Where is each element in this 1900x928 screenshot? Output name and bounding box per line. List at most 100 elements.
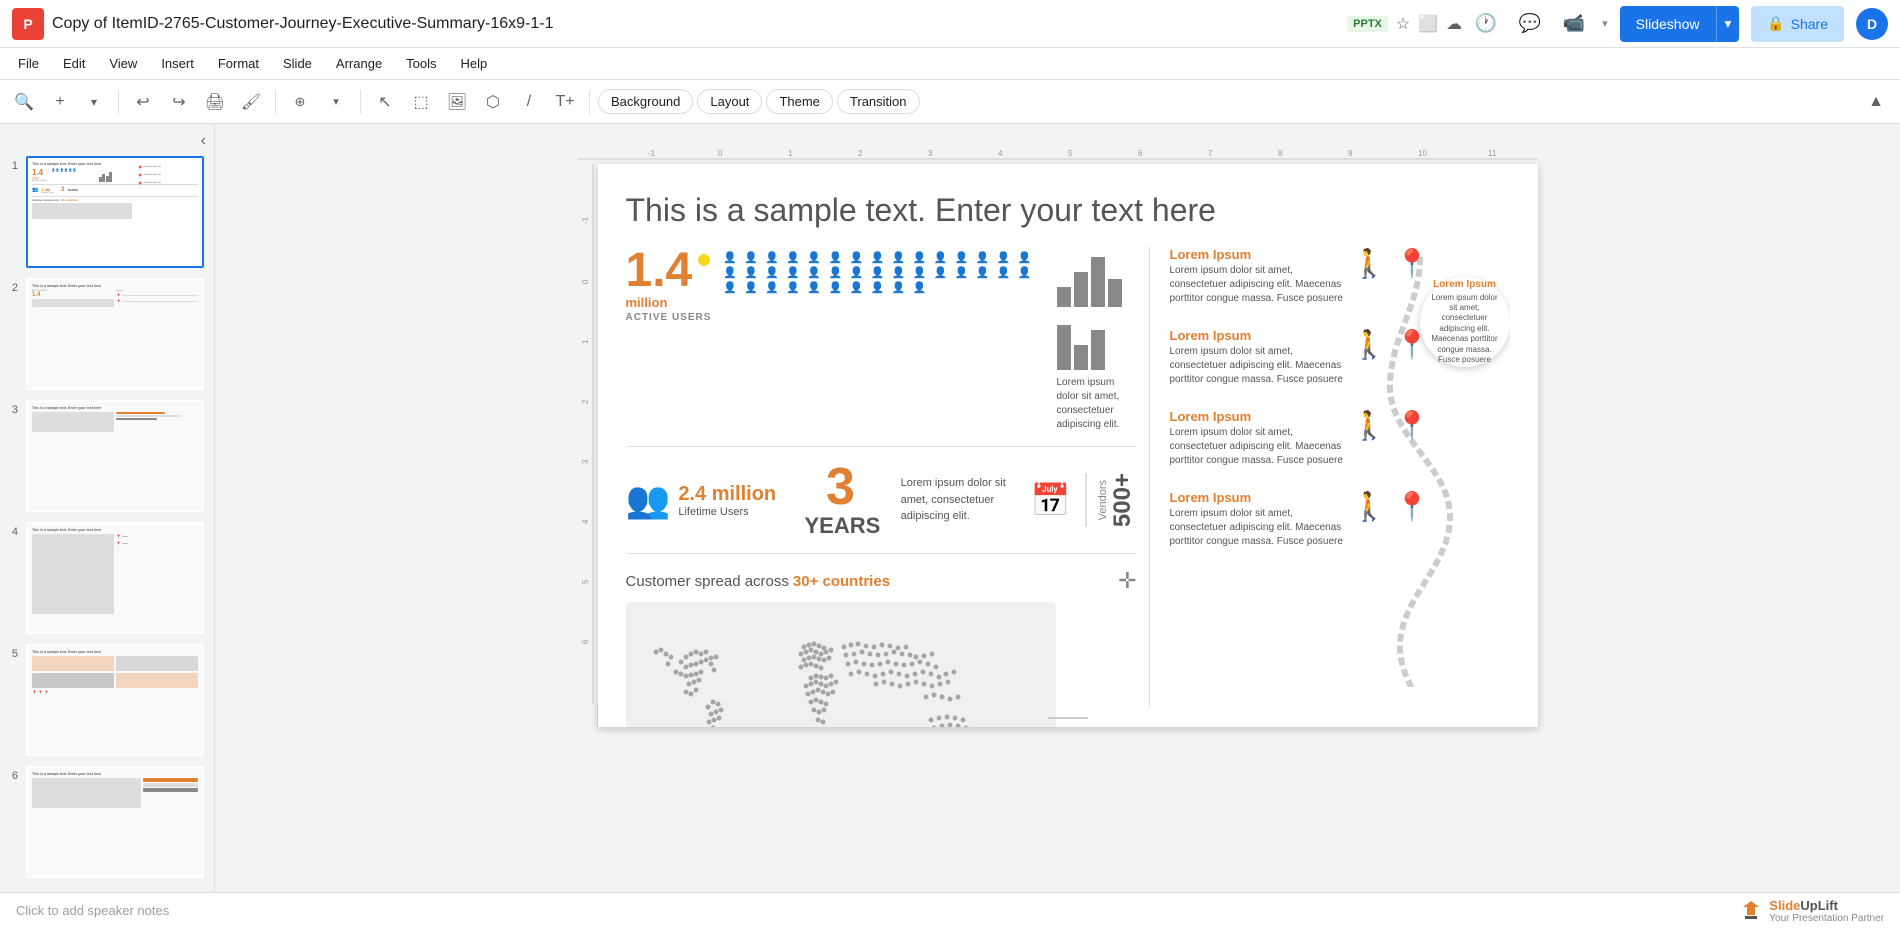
- slide-thumbnail-6[interactable]: 6 This is a sample text. Enter your text…: [8, 764, 206, 880]
- slideuplift-logo-icon: [1739, 899, 1763, 923]
- journey-desc-2: Lorem ipsum dolor sit amet, consectetuer…: [1170, 345, 1344, 387]
- svg-text:2: 2: [581, 399, 590, 404]
- bottom-bar: Click to add speaker notes SlideUpLift Y…: [0, 892, 1900, 928]
- menu-arrange[interactable]: Arrange: [326, 52, 392, 75]
- search-button[interactable]: 🔍: [8, 86, 40, 118]
- person-icon-3: 🚶: [1352, 409, 1387, 442]
- menu-tools[interactable]: Tools: [396, 52, 446, 75]
- line-tool[interactable]: /: [513, 86, 545, 118]
- app-logo: P: [12, 8, 44, 40]
- person-icon-4: 🚶: [1352, 490, 1387, 523]
- undo-button[interactable]: ↩: [127, 86, 159, 118]
- redo-button[interactable]: ↪: [163, 86, 195, 118]
- slide-number-6: 6: [10, 770, 18, 782]
- menu-file[interactable]: File: [8, 52, 49, 75]
- layout-button[interactable]: Layout: [697, 89, 762, 114]
- cloud-icon[interactable]: ☁: [1446, 14, 1462, 34]
- comments-button[interactable]: 💬: [1514, 8, 1546, 40]
- slide-thumbnail-1[interactable]: 1 This is a sample text. Enter your text…: [8, 154, 206, 270]
- years-number: 3: [826, 458, 855, 516]
- world-map: [626, 602, 1056, 727]
- lorem-text-1: Lorem ipsum dolor sit amet, consectetuer…: [1057, 376, 1137, 432]
- zoom-in-button[interactable]: +: [44, 86, 76, 118]
- document-title[interactable]: Copy of ItemID-2765-Customer-Journey-Exe…: [52, 15, 1339, 33]
- journey-title-4: Lorem Ipsum: [1170, 490, 1344, 505]
- brand-subtitle: Your Presentation Partner: [1769, 913, 1884, 924]
- slide-thumbnail-2[interactable]: 2 This is a sample text. Enter your text…: [8, 276, 206, 392]
- menu-view[interactable]: View: [99, 52, 147, 75]
- svg-text:10: 10: [1418, 149, 1427, 158]
- world-map-svg: [626, 602, 1056, 727]
- user-avatar[interactable]: D: [1856, 8, 1888, 40]
- cursor-tool[interactable]: ↖: [369, 86, 401, 118]
- slide-thumbnail-5[interactable]: 5 This is a sample text. Enter your text…: [8, 642, 206, 758]
- menu-edit[interactable]: Edit: [53, 52, 95, 75]
- slide-title[interactable]: This is a sample text. Enter your text h…: [626, 192, 1510, 229]
- slideshow-dropdown[interactable]: ▾: [1716, 6, 1740, 42]
- slide-thumbnail-3[interactable]: 3 This is a sample text. Enter your text…: [8, 398, 206, 514]
- years-desc: Lorem ipsum dolor sit amet, consectetuer…: [901, 475, 1021, 525]
- textbox-tool[interactable]: T+: [549, 86, 581, 118]
- transition-button[interactable]: Transition: [837, 89, 920, 114]
- slide-thumb-6: This is a sample text. Enter your text h…: [26, 766, 204, 878]
- countries-highlight: 30+ countries: [793, 573, 890, 590]
- collapse-panel-button[interactable]: ‹: [201, 132, 206, 150]
- title-bar: P Copy of ItemID-2765-Customer-Journey-E…: [0, 0, 1900, 48]
- present-dropdown[interactable]: ▾: [1602, 17, 1608, 30]
- vendors-label: Vendors: [1097, 480, 1109, 520]
- image-tool[interactable]: 🖼: [441, 86, 473, 118]
- svg-text:1: 1: [788, 149, 793, 158]
- speaker-notes-field[interactable]: Click to add speaker notes: [16, 903, 1739, 918]
- file-type-badge: PPTX: [1347, 16, 1388, 32]
- calendar-icon: 📅: [1031, 481, 1071, 519]
- years-label: YEARS: [805, 513, 881, 538]
- dropdown-button[interactable]: ▾: [320, 86, 352, 118]
- canvas-area[interactable]: -1 0 1 2 3 4 5 6 7 8 9 10 11: [215, 124, 1900, 892]
- menu-slide[interactable]: Slide: [273, 52, 322, 75]
- journey-desc-3: Lorem ipsum dolor sit amet, consectetuer…: [1170, 426, 1344, 468]
- active-users-number: 1.4: [626, 247, 712, 295]
- theme-button[interactable]: Theme: [766, 89, 832, 114]
- journey-section: Lorem Ipsum Lorem ipsum dolor sit amet, …: [1150, 247, 1510, 707]
- print-button[interactable]: 🖨: [199, 86, 231, 118]
- divider-4: [589, 90, 590, 114]
- background-button[interactable]: Background: [598, 89, 693, 114]
- zoom-dropdown[interactable]: ▾: [78, 86, 110, 118]
- svg-text:7: 7: [1208, 149, 1213, 158]
- lock-icon: 🔒: [1767, 15, 1784, 32]
- slide-panel: ‹ 1 This is a sample text. Enter your te…: [0, 124, 215, 892]
- countries-text: Customer spread across: [626, 573, 789, 590]
- brand-lift: Lift: [1818, 898, 1838, 913]
- present-button[interactable]: 📹: [1558, 8, 1590, 40]
- svg-text:6: 6: [1138, 149, 1143, 158]
- select-tool[interactable]: ⬚: [405, 86, 437, 118]
- pin-icon-3: 📍: [1395, 409, 1430, 442]
- shapes-tool[interactable]: ⬡: [477, 86, 509, 118]
- menu-insert[interactable]: Insert: [151, 52, 204, 75]
- star-icon[interactable]: ☆: [1396, 14, 1410, 34]
- svg-text:5: 5: [1068, 149, 1073, 158]
- svg-text:-1: -1: [581, 216, 590, 224]
- drive-icon[interactable]: ⬜: [1418, 14, 1438, 34]
- toolbar-zoom-group: + ▾: [44, 86, 110, 118]
- history-button[interactable]: 🕐: [1470, 8, 1502, 40]
- brand-slide: Slide: [1769, 898, 1800, 913]
- slideuplift-brand: SlideUpLift Your Presentation Partner: [1739, 898, 1884, 924]
- slide-canvas[interactable]: This is a sample text. Enter your text h…: [598, 164, 1538, 727]
- slide-number-5: 5: [10, 648, 18, 660]
- journey-desc-4: Lorem ipsum dolor sit amet, consectetuer…: [1170, 507, 1344, 549]
- svg-text:9: 9: [1348, 149, 1353, 158]
- slide-thumbnail-4[interactable]: 4 This is a sample text. Enter your text…: [8, 520, 206, 636]
- slideshow-button[interactable]: Slideshow: [1620, 6, 1716, 42]
- vendors-stat: 500+ Vendors: [1085, 473, 1137, 527]
- slideshow-group: Slideshow ▾: [1620, 6, 1740, 42]
- zoom-button[interactable]: ⊕: [284, 86, 316, 118]
- collapse-toolbar-button[interactable]: ▲: [1860, 86, 1892, 118]
- paint-format-button[interactable]: 🖌: [235, 86, 267, 118]
- menu-format[interactable]: Format: [208, 52, 269, 75]
- menu-help[interactable]: Help: [451, 52, 498, 75]
- bar-chart: Lorem ipsum dolor sit amet, consectetuer…: [1057, 247, 1137, 432]
- share-button[interactable]: 🔒 Share: [1751, 6, 1844, 42]
- journey-desc-1: Lorem ipsum dolor sit amet, consectetuer…: [1170, 264, 1344, 306]
- divider-3: [360, 90, 361, 114]
